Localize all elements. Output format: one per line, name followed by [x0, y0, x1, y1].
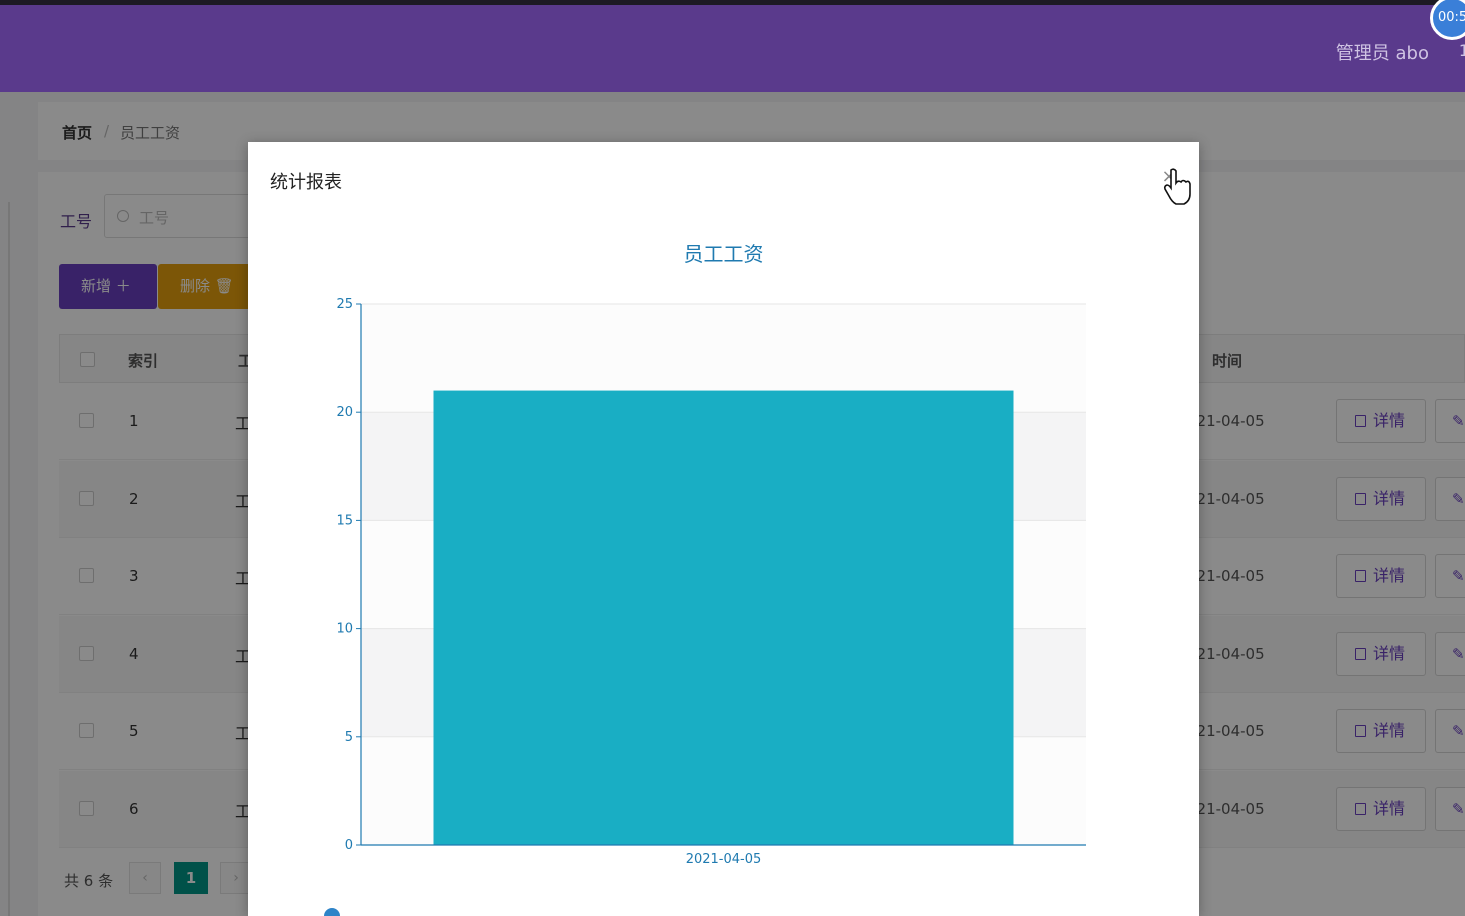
scroll-indicator[interactable] — [324, 908, 340, 916]
y-tick-label: 25 — [336, 297, 353, 312]
y-tick-label: 0 — [345, 838, 353, 853]
y-tick-label: 20 — [336, 405, 353, 420]
modal-title: 统计报表 — [270, 172, 342, 193]
y-tick-label: 5 — [345, 730, 353, 745]
statistics-modal: 统计报表 × 员工工资 0 5 10 15 20 25 2021-04-05 — [248, 142, 1199, 916]
bar — [433, 390, 1014, 845]
y-tick-label: 15 — [336, 513, 353, 528]
top-navbar: 管理员 abo 1 — [0, 0, 1465, 92]
chart-title: 员工工资 — [683, 242, 764, 266]
x-tick-label: 2021-04-05 — [686, 852, 762, 867]
hand-cursor-icon — [1163, 168, 1191, 205]
y-tick-label: 10 — [336, 622, 353, 637]
user-name[interactable]: 管理员 abo — [1336, 39, 1429, 65]
header-extra: 1 — [1458, 41, 1465, 60]
salary-bar-chart: 0 5 10 15 20 25 2021-04-05 — [336, 297, 1086, 867]
